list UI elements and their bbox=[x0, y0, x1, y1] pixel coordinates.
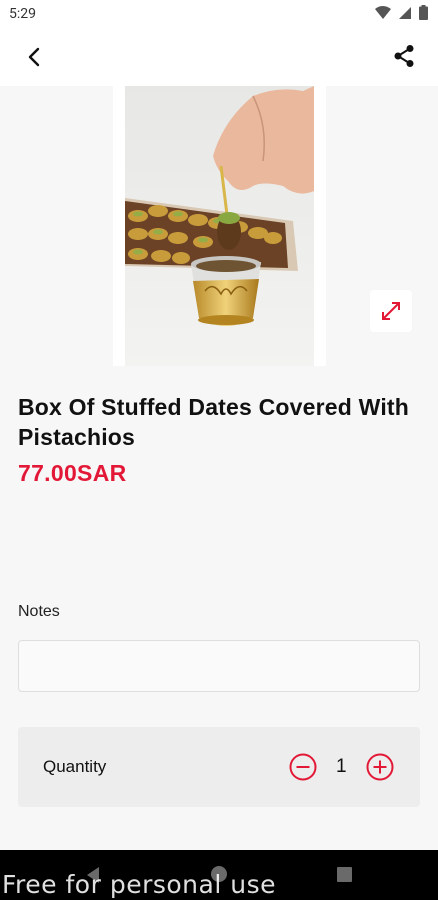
quantity-panel: Quantity 1 bbox=[18, 727, 420, 807]
product-photo bbox=[125, 86, 314, 366]
status-icons bbox=[375, 5, 428, 20]
notes-label: Notes bbox=[18, 603, 60, 620]
chevron-left-icon bbox=[28, 47, 40, 67]
quantity-label: Quantity bbox=[43, 757, 107, 776]
app-bar bbox=[0, 28, 438, 86]
share-icon bbox=[394, 45, 414, 67]
nav-recents-icon[interactable] bbox=[337, 867, 352, 882]
signal-icon bbox=[399, 6, 411, 19]
expand-icon bbox=[382, 302, 400, 320]
watermark-text: Free for personal use bbox=[2, 870, 276, 899]
share-button[interactable] bbox=[390, 42, 418, 70]
back-button[interactable] bbox=[20, 43, 48, 71]
expand-image-button[interactable] bbox=[370, 290, 412, 332]
wifi-icon bbox=[375, 5, 391, 19]
status-bar: 5:29 bbox=[0, 0, 438, 28]
battery-icon bbox=[419, 5, 428, 20]
notes-input[interactable] bbox=[18, 640, 420, 692]
minus-circle-icon[interactable] bbox=[289, 753, 317, 781]
status-time: 5:29 bbox=[9, 6, 36, 22]
plus-circle-icon[interactable] bbox=[366, 753, 394, 781]
product-image[interactable] bbox=[113, 86, 326, 366]
product-title: Box Of Stuffed Dates Covered With Pistac… bbox=[18, 394, 410, 450]
product-price: 77.00SAR bbox=[18, 460, 127, 486]
quantity-value: 1 bbox=[336, 756, 347, 777]
